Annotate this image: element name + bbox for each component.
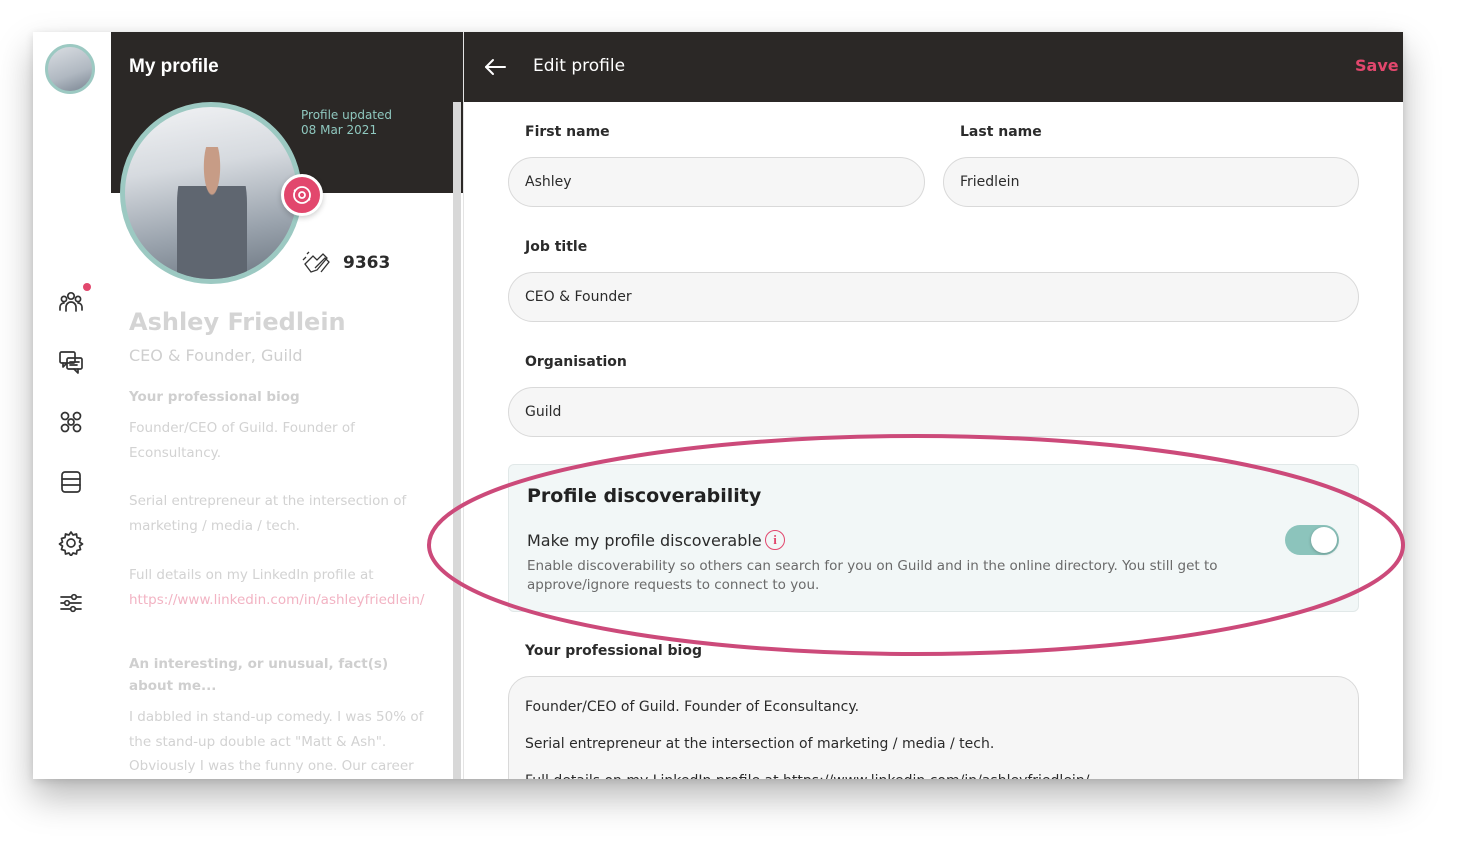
notification-dot [83,283,91,291]
toggle-knob [1311,527,1337,553]
discoverability-description: Enable discoverability so others can sea… [527,558,1218,593]
info-icon[interactable]: i [765,530,785,550]
profile-bio-text: Full details on my LinkedIn profile at [129,567,374,583]
gear-icon[interactable] [57,529,85,557]
last-name-label: Last name [960,124,1042,140]
first-name-label: First name [525,124,610,140]
job-title-input[interactable] [508,272,1359,322]
chat-icon[interactable] [57,348,85,376]
organisation-input[interactable] [508,387,1359,437]
change-photo-button[interactable] [281,174,323,216]
discoverability-section: Profile discoverability Make my profile … [508,464,1359,612]
first-name-input[interactable] [508,157,925,207]
profile-photo [120,102,302,284]
sliders-icon[interactable] [57,589,85,617]
linkedin-link[interactable]: https://www.linkedin.com/in/ashleyfriedl… [129,592,424,608]
profile-bio-line: Serial entrepreneur at the intersection … [129,493,407,534]
profile-updated-date: 08 Mar 2021 [301,123,378,137]
arrow-left-icon [485,59,506,75]
profile-updated-label: Profile updated [301,108,393,122]
profile-title: My profile [129,56,219,77]
profile-fact-text: I dabbled in stand-up comedy. I was 50% … [129,709,424,774]
profile-role: CEO & Founder, Guild [129,346,303,365]
edit-title: Edit profile [533,56,626,76]
back-button[interactable] [482,54,508,80]
discoverable-toggle[interactable] [1285,525,1339,555]
groups-icon[interactable] [57,408,85,436]
bio-label: Your professional biog [525,643,702,659]
bio-line: Full details on my LinkedIn profile at h… [525,763,1342,779]
profile-panel: My profile Profile updated 08 Mar 2021 9… [111,32,463,779]
profile-name: Ashley Friedlein [129,308,346,336]
claps-count: 9363 [343,253,391,273]
claps-counter: 9363 [301,250,390,276]
edit-header: Edit profile Save [464,32,1403,102]
organisation-label: Organisation [525,354,627,370]
clap-hands-icon [302,251,330,273]
job-title-label: Job title [525,239,588,255]
user-avatar[interactable] [45,44,95,94]
last-name-input[interactable] [943,157,1359,207]
save-button[interactable]: Save [1355,56,1399,75]
edit-profile-panel: Edit profile Save First name Last name J… [463,32,1403,779]
app-window: My profile Profile updated 08 Mar 2021 9… [33,32,1403,779]
discoverable-label: Make my profile discoverable [527,531,762,550]
nav-rail [33,32,112,779]
people-icon[interactable] [57,288,85,316]
profile-bio-line: Full details on my LinkedIn profile at h… [129,563,429,612]
profile-bio-line: Founder/CEO of Guild. Founder of Econsul… [129,420,355,461]
list-icon[interactable] [57,468,85,496]
camera-rotate-icon [293,186,311,204]
profile-scrollbar[interactable] [453,102,461,779]
bio-line: Serial entrepreneur at the intersection … [525,736,995,752]
profile-bio-heading: Your professional biog [129,389,300,405]
discoverability-title: Profile discoverability [527,485,762,507]
bio-textarea[interactable]: Founder/CEO of Guild. Founder of Econsul… [508,676,1359,779]
profile-fact-heading: An interesting, or unusual, fact(s) abou… [129,656,389,694]
bio-line: Founder/CEO of Guild. Founder of Econsul… [525,699,860,715]
